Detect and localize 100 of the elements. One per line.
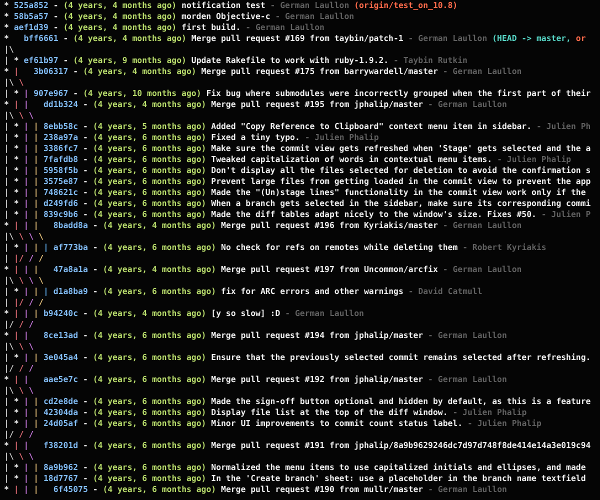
commit-hash: 748621c	[44, 187, 78, 198]
commit-message: Merge pull request #192 from jphalip/master	[211, 374, 424, 385]
graph-lines: | |/ / /	[4, 253, 44, 264]
separator: -	[82, 418, 88, 429]
commit-hash: 238a97a	[44, 132, 78, 143]
commit-author: - David Catmull	[408, 286, 482, 297]
graph-lines: |/ / /	[4, 363, 34, 374]
commit-message: When a branch gets selected in the sidebar, make sure its corresponding commi	[211, 198, 591, 209]
commit-message: Merge pull request #191 from jphalip/8a9b9629246dc7d97d748f8de414e14a3e019c94	[211, 440, 591, 451]
commit-message: Fix bug where submodules were incorrectly grouped when the first part of their	[206, 88, 591, 99]
graph-lines: * |	[4, 66, 20, 77]
separator: -	[92, 220, 98, 231]
commit-message: Merge pull request #175 from barrywardell/master	[201, 66, 438, 77]
commit-age: (4 years, 6 months ago)	[92, 440, 206, 451]
commit-hash: d1a8ba9	[53, 286, 88, 297]
commit-message: first build.	[182, 22, 241, 33]
commit-message: morden Objective-c	[182, 11, 270, 22]
commit-author: - Julien Phalip	[497, 154, 572, 165]
commit-hash: 3e045a4	[44, 352, 78, 363]
commit-hash: 18d7767	[44, 473, 78, 484]
commit-hash: dd1b324	[44, 99, 78, 110]
commit-age: (4 years, 6 months ago)	[92, 132, 206, 143]
separator: -	[82, 440, 88, 451]
graph-lines: *	[4, 0, 10, 11]
commit-message: Merge pull request #194 from jphalip/master	[211, 330, 424, 341]
commit-hash: 8badd8a	[53, 220, 88, 231]
commit-message: [y so slow] :D	[211, 308, 280, 319]
graph-lines: | * | |	[4, 143, 40, 154]
commit-message: Merge pull request #169 from taybin/patch-1	[191, 33, 404, 44]
commit-hash: 6f45075	[53, 484, 88, 495]
separator: -	[53, 0, 58, 11]
commit-message: fix for ARC errors and other warnings	[221, 286, 404, 297]
graph-lines: | * | |	[4, 462, 40, 473]
separator: -	[63, 33, 68, 44]
commit-age: (4 years, 6 months ago)	[102, 242, 216, 253]
separator: -	[82, 121, 88, 132]
commit-author: - German Laullon	[428, 374, 507, 385]
commit-hash: 8ebb58c	[44, 121, 78, 132]
commit-message: Tweaked capitalization of words in contextual menu items.	[211, 154, 492, 165]
commit-age: (4 years, 4 months ago)	[92, 308, 206, 319]
commit-hash: 907e967	[34, 88, 68, 99]
commit-age: (4 years, 4 months ago)	[63, 22, 177, 33]
ref-label: (HEAD -> master,	[492, 33, 571, 44]
commit-message: Update Rakefile to work with ruby-1.9.2.	[191, 55, 389, 66]
graph-lines: | * | |	[4, 165, 40, 176]
commit-author: - Robert Kyriakis	[462, 242, 546, 253]
commit-author: - German Laullon	[275, 11, 354, 22]
separator: -	[53, 11, 58, 22]
graph-lines: | * | |	[4, 187, 40, 198]
commit-hash: af773ba	[53, 242, 88, 253]
separator: -	[82, 165, 88, 176]
separator: -	[82, 473, 88, 484]
commit-message: Merge pull request #195 from jphalip/master	[211, 99, 424, 110]
commit-message: Made the "(Un)stage lines" functionality in the commit view work only if the	[211, 187, 586, 198]
commit-message: Display file list at the top of the diff window.	[211, 407, 448, 418]
commit-author: - German Laullon	[408, 33, 488, 44]
commit-hash: 7fafdb8	[44, 154, 78, 165]
commit-message: notification test	[182, 0, 266, 11]
graph-lines: * | |	[4, 330, 30, 341]
commit-age: (4 years, 6 months ago)	[92, 352, 206, 363]
graph-lines: * | |	[4, 440, 30, 451]
separator: -	[82, 462, 88, 473]
graph-lines: | * | | |	[4, 242, 50, 253]
graph-lines: * | | |	[4, 220, 40, 231]
commit-hash: d249fd6	[44, 198, 78, 209]
graph-lines: |\	[4, 44, 14, 55]
separator: -	[82, 99, 88, 110]
separator: -	[92, 264, 98, 275]
commit-author: - German Laullon	[246, 22, 324, 33]
commit-message: Don't display all the files selected for deletion to avoid the confirmation s	[211, 165, 591, 176]
graph-lines: * | | |	[4, 308, 40, 319]
separator: -	[53, 22, 58, 33]
separator: -	[92, 484, 98, 495]
commit-message: Merge pull request #196 from Kyriakis/master	[221, 220, 438, 231]
commit-age: (4 years, 6 months ago)	[92, 176, 206, 187]
commit-age: (4 years, 9 months ago)	[73, 55, 186, 66]
commit-hash: 8ce13ad	[44, 330, 78, 341]
ref-label: or	[576, 33, 586, 44]
commit-author: - German Laullon	[428, 484, 507, 495]
commit-author: - Julien Phalip	[467, 418, 542, 429]
graph-lines: | * | |	[4, 473, 40, 484]
commit-age: (4 years, 10 months ago)	[82, 88, 202, 99]
graph-lines: * | | |	[4, 484, 40, 495]
commit-message: Made the sign-off button optional and hidden by default, as this is a feature	[211, 396, 591, 407]
graph-lines: | * | |	[4, 396, 40, 407]
commit-hash: 3b06317	[34, 66, 68, 77]
commit-age: (4 years, 6 months ago)	[92, 143, 206, 154]
commit-age: (4 years, 6 months ago)	[92, 187, 206, 198]
commit-age: (4 years, 6 months ago)	[92, 209, 206, 220]
commit-message: Merge pull request #197 from Uncommon/arcfix	[221, 264, 438, 275]
graph-lines: | * | |	[4, 176, 40, 187]
commit-age: (4 years, 6 months ago)	[92, 418, 206, 429]
graph-lines: *	[4, 11, 10, 22]
commit-age: (4 years, 6 months ago)	[102, 286, 216, 297]
commit-author: - Taybin Rutkin	[394, 55, 468, 66]
separator: -	[82, 330, 88, 341]
separator: -	[82, 352, 88, 363]
commit-author: - German Laullon	[285, 308, 364, 319]
graph-lines: | * | |	[4, 132, 40, 143]
commit-hash: 525a852	[14, 0, 48, 11]
